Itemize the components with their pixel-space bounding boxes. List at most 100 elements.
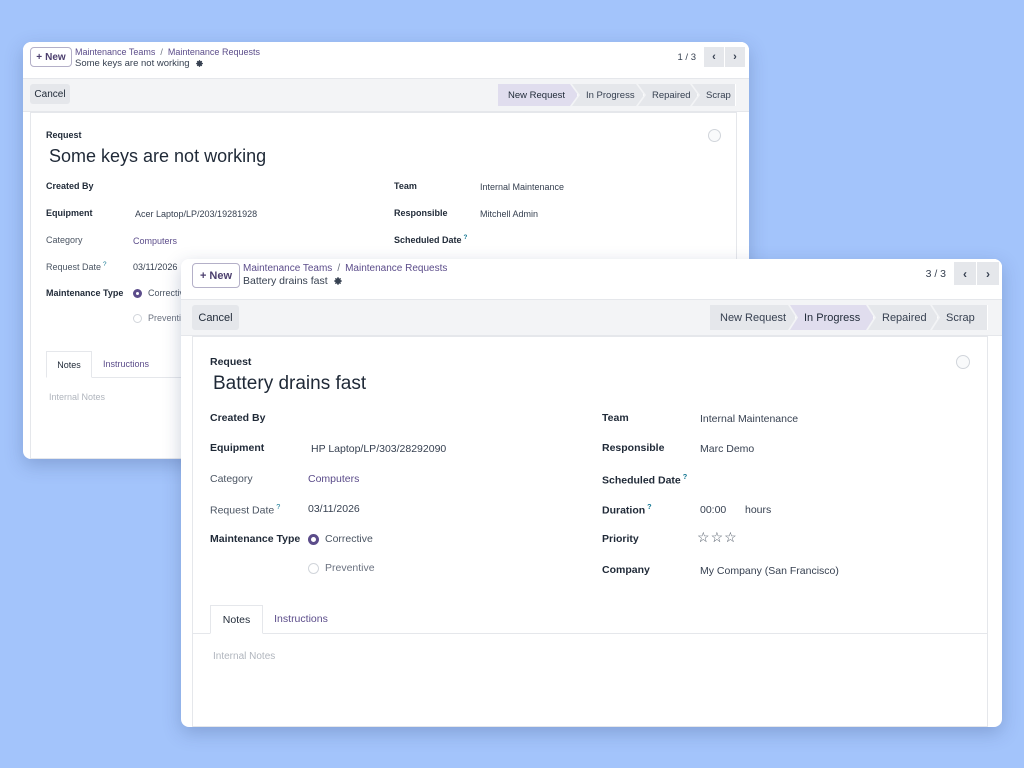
pager-count[interactable]: 3 / 3 bbox=[926, 268, 946, 280]
breadcrumb: Maintenance Teams / Maintenance Requests bbox=[75, 47, 260, 57]
plus-icon: + bbox=[199, 269, 207, 282]
chevron-left-icon[interactable]: ‹ bbox=[704, 47, 724, 67]
request-label: Request bbox=[210, 356, 252, 368]
team-field[interactable]: Internal Maintenance bbox=[700, 413, 798, 425]
request-date-label: Request Date? bbox=[46, 261, 107, 272]
team-field[interactable]: Internal Maintenance bbox=[480, 182, 564, 192]
stage-repaired[interactable]: Repaired bbox=[868, 305, 938, 330]
category-field[interactable]: Computers bbox=[308, 473, 359, 485]
stage-selector: New Request In Progress Repaired Scrap bbox=[498, 84, 736, 106]
tab-notes[interactable]: Notes bbox=[210, 605, 263, 634]
duration-label-text: Duration bbox=[602, 504, 646, 517]
breadcrumb-separator: / bbox=[160, 47, 163, 57]
duration-unit: hours bbox=[745, 504, 772, 516]
breadcrumb-current[interactable]: Maintenance Requests bbox=[168, 47, 260, 57]
equipment-field[interactable]: HP Laptop/LP/303/28292090 bbox=[311, 443, 446, 455]
help-icon[interactable]: ? bbox=[276, 502, 280, 511]
radio-dot[interactable] bbox=[133, 314, 142, 324]
breadcrumb-current[interactable]: Maintenance Requests bbox=[345, 263, 447, 274]
radio-corrective[interactable]: Corrective bbox=[308, 533, 373, 545]
notebook-tabs: Notes Instructions bbox=[193, 605, 988, 634]
responsible-field[interactable]: Marc Demo bbox=[700, 443, 754, 455]
help-icon[interactable]: ? bbox=[103, 261, 107, 268]
stage-in-progress[interactable]: In Progress bbox=[572, 84, 644, 106]
stage-scrap[interactable]: Scrap bbox=[932, 305, 988, 330]
category-field[interactable]: Computers bbox=[133, 236, 177, 246]
stage-scrap[interactable]: Scrap bbox=[692, 84, 736, 106]
cancel-button[interactable]: Cancel bbox=[30, 84, 70, 104]
team-label: Team bbox=[602, 412, 629, 424]
radio-preventive[interactable]: Preventive bbox=[308, 562, 375, 574]
chevron-right-icon[interactable]: › bbox=[725, 47, 745, 67]
equipment-field[interactable]: Acer Laptop/LP/203/19281928 bbox=[135, 209, 257, 219]
category-label: Category bbox=[46, 235, 83, 245]
breadcrumb-parent[interactable]: Maintenance Teams bbox=[243, 263, 332, 274]
category-label: Category bbox=[210, 473, 253, 485]
scheduled-date-label: Scheduled Date? bbox=[602, 472, 687, 487]
priority-widget: ☆☆☆ bbox=[697, 529, 738, 546]
kanban-state-icon[interactable] bbox=[956, 355, 970, 369]
tab-instructions[interactable]: Instructions bbox=[263, 605, 339, 633]
new-button[interactable]: + New bbox=[192, 263, 240, 288]
radio-dot[interactable] bbox=[133, 289, 142, 299]
breadcrumb-separator: / bbox=[337, 263, 341, 274]
company-field[interactable]: My Company (San Francisco) bbox=[700, 565, 839, 577]
chevron-left-icon[interactable]: ‹ bbox=[954, 262, 976, 285]
help-icon[interactable]: ? bbox=[683, 472, 688, 481]
request-date-label-text: Request Date bbox=[210, 504, 275, 517]
record-title: Battery drains fast bbox=[243, 275, 343, 287]
breadcrumb-parent[interactable]: Maintenance Teams bbox=[75, 47, 155, 57]
request-date-label-text: Request Date bbox=[46, 262, 102, 272]
radio-corrective-label: Corrective bbox=[325, 533, 373, 545]
record-title-text: Some keys are not working bbox=[75, 58, 190, 69]
request-date-label: Request Date? bbox=[210, 502, 280, 517]
request-name-input[interactable]: Some keys are not working bbox=[49, 146, 266, 167]
kanban-state-icon[interactable] bbox=[708, 129, 721, 142]
front-form-window: + New Maintenance Teams / Maintenance Requ… bbox=[181, 259, 1002, 727]
responsible-label: Responsible bbox=[602, 442, 665, 454]
chevron-right-icon[interactable]: › bbox=[977, 262, 999, 285]
responsible-field[interactable]: Mitchell Admin bbox=[480, 209, 538, 219]
tab-instructions[interactable]: Instructions bbox=[92, 351, 160, 377]
cancel-button[interactable]: Cancel bbox=[192, 305, 239, 330]
plus-icon: + bbox=[36, 51, 43, 63]
gear-icon[interactable] bbox=[195, 59, 204, 68]
help-icon[interactable]: ? bbox=[647, 502, 652, 511]
stage-repaired[interactable]: Repaired bbox=[638, 84, 698, 106]
request-date-field[interactable]: 03/11/2026 bbox=[133, 262, 177, 272]
duration-field[interactable]: 00:00 bbox=[700, 504, 726, 516]
radio-dot[interactable] bbox=[308, 533, 319, 545]
control-panel: + New Maintenance Teams / Maintenance Requ… bbox=[23, 42, 749, 79]
request-label: Request bbox=[46, 130, 82, 140]
status-bar: Cancel New Request In Progress Repaired … bbox=[181, 300, 1002, 336]
new-button-label: New bbox=[209, 269, 233, 282]
scheduled-date-label-text: Scheduled Date bbox=[394, 235, 462, 245]
stage-new-request[interactable]: New Request bbox=[498, 84, 578, 106]
status-bar: Cancel New Request In Progress Repaired … bbox=[23, 79, 749, 112]
team-label: Team bbox=[394, 181, 417, 191]
internal-notes-field[interactable]: Internal Notes bbox=[49, 392, 105, 402]
tab-notes[interactable]: Notes bbox=[46, 351, 92, 378]
maintenance-type-label: Maintenance Type bbox=[46, 288, 124, 298]
pager: 3 / 3 ‹ › bbox=[926, 262, 999, 285]
record-title: Some keys are not working bbox=[75, 58, 204, 69]
pager: 1 / 3 ‹ › bbox=[678, 47, 745, 67]
star-outline-icon[interactable]: ☆ bbox=[711, 529, 725, 545]
radio-dot[interactable] bbox=[308, 562, 319, 574]
gear-icon[interactable] bbox=[333, 276, 343, 286]
control-panel: + New Maintenance Teams / Maintenance Requ… bbox=[181, 259, 1002, 300]
star-outline-icon[interactable]: ☆ bbox=[724, 529, 738, 545]
request-date-field[interactable]: 03/11/2026 bbox=[308, 503, 360, 515]
internal-notes-field[interactable]: Internal Notes bbox=[213, 651, 275, 662]
stage-new-request[interactable]: New Request bbox=[710, 305, 796, 330]
duration-label: Duration? bbox=[602, 502, 652, 517]
pager-count[interactable]: 1 / 3 bbox=[678, 52, 697, 63]
request-name-input[interactable]: Battery drains fast bbox=[213, 373, 366, 395]
new-button[interactable]: + New bbox=[30, 47, 72, 67]
scheduled-date-label: Scheduled Date? bbox=[394, 234, 467, 245]
stage-in-progress[interactable]: In Progress bbox=[790, 305, 874, 330]
scheduled-date-label-text: Scheduled Date bbox=[602, 474, 681, 487]
new-button-label: New bbox=[45, 51, 66, 63]
star-outline-icon[interactable]: ☆ bbox=[697, 529, 711, 545]
help-icon[interactable]: ? bbox=[464, 234, 468, 241]
